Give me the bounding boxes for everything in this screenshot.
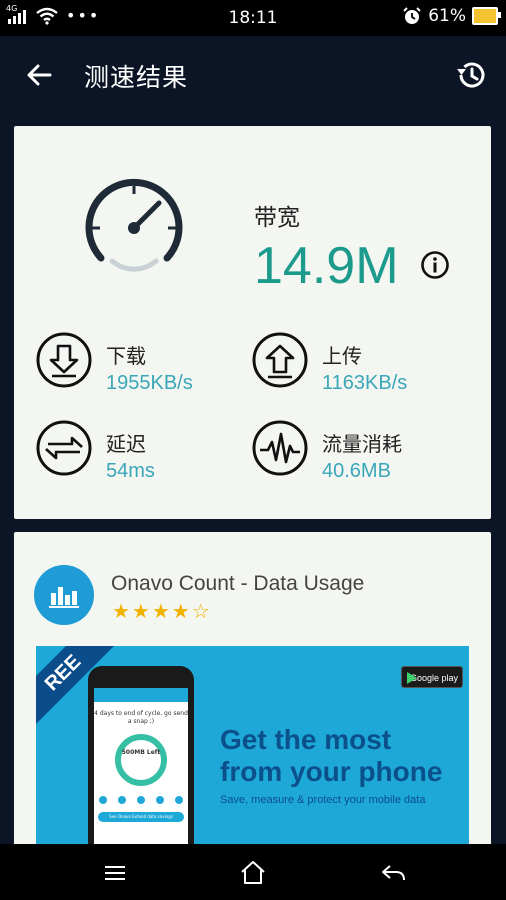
stat-download: 下载 1955KB/s	[36, 332, 246, 396]
history-icon[interactable]	[454, 58, 488, 92]
bandwidth-value: 14.9M	[254, 237, 399, 295]
stat-label: 流量消耗	[322, 432, 402, 456]
ad-headline: Get the most from your phone	[220, 724, 443, 787]
stat-traffic: 流量消耗 40.6MB	[252, 420, 462, 484]
stat-label: 下载	[106, 344, 146, 368]
rating-stars: ★★★★☆	[112, 599, 212, 623]
app-bar: 测速结果	[0, 36, 506, 112]
status-bar: 4G ••• 18:11 61%	[0, 0, 506, 36]
upload-icon	[252, 332, 308, 388]
back-arrow-icon[interactable]	[22, 58, 56, 92]
data-donut: 500MB Left	[115, 734, 167, 786]
stat-value: 1163KB/s	[322, 372, 408, 394]
navigation-bar	[0, 844, 506, 900]
donut-label: 500MB Left	[121, 749, 161, 756]
stat-label: 上传	[322, 344, 362, 368]
stat-latency: 延迟 54ms	[36, 420, 246, 484]
battery-percent: 61%	[428, 6, 466, 26]
status-right: 61%	[402, 6, 501, 26]
home-icon[interactable]	[238, 858, 268, 888]
stat-label: 延迟	[106, 432, 146, 456]
bar-chart-icon	[49, 587, 79, 608]
pulse-icon	[252, 420, 308, 476]
stat-value: 54ms	[106, 460, 155, 482]
speed-result-card: 带宽 14.9M 下载 1955KB/s 上传 1163KB/s 延迟 54ms	[14, 126, 491, 519]
speedometer-icon	[85, 178, 183, 272]
stat-value: 40.6MB	[322, 460, 391, 482]
app-icon[interactable]	[34, 565, 94, 625]
battery-icon	[472, 7, 501, 25]
bandwidth-label: 带宽	[254, 205, 300, 231]
menu-icon[interactable]	[100, 858, 130, 888]
alarm-icon	[403, 7, 421, 24]
info-icon[interactable]	[420, 250, 450, 280]
back-icon[interactable]	[378, 858, 408, 888]
phone-mockup: 4 days to end of cycle, go send a snap ;…	[88, 666, 194, 852]
page-title: 测速结果	[84, 63, 189, 92]
download-icon	[36, 332, 92, 388]
latency-arrows-icon	[36, 420, 92, 476]
ad-subline: Save, measure & protect your mobile data	[220, 794, 426, 806]
stat-upload: 上传 1163KB/s	[252, 332, 462, 396]
phone-screen-button: See Onavo Extend data savings	[98, 812, 184, 822]
google-play-badge[interactable]: Google play	[401, 666, 463, 688]
phone-screen: 4 days to end of cycle, go send a snap ;…	[94, 688, 188, 848]
ad-app-name[interactable]: Onavo Count - Data Usage	[111, 572, 364, 596]
ad-card[interactable]: Onavo Count - Data Usage ★★★★☆ REE 4 day…	[14, 532, 491, 852]
ad-banner[interactable]: REE 4 days to end of cycle, go send a sn…	[36, 646, 469, 852]
phone-screen-text: 4 days to end of cycle, go send a snap ;…	[94, 710, 188, 725]
stat-value: 1955KB/s	[106, 372, 193, 394]
